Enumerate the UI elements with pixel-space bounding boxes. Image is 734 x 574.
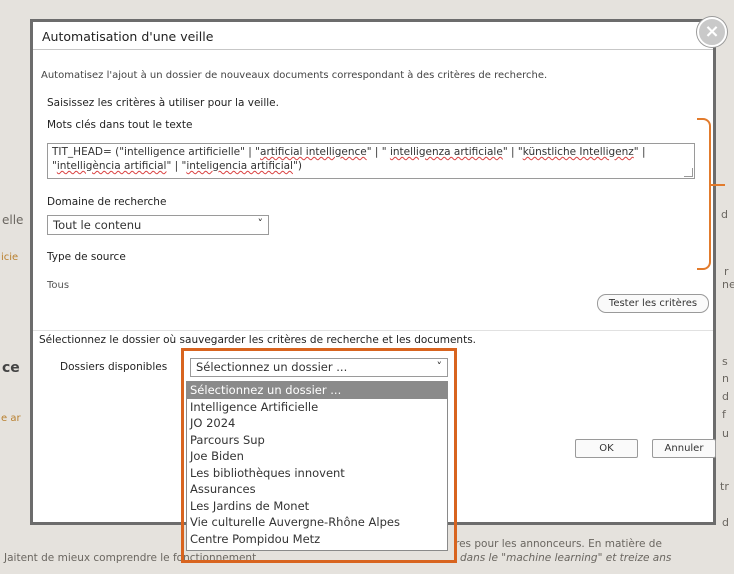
source-value: Tous [47,280,70,291]
close-icon[interactable]: × [697,17,727,47]
keywords-text-spellcheck: intelligenza artificiale [389,146,503,158]
test-criteria-button[interactable]: Tester les critères [597,294,709,313]
bg-text-fragment: n [722,372,729,385]
bg-text-fragment: s [722,355,728,368]
keywords-text: " | " [366,146,390,158]
bg-text-fragment: u [722,427,729,440]
dialog-titlebar: Automatisation d'une veille [33,22,713,50]
chevron-down-icon: ˅ [257,217,264,230]
domain-label: Domaine de recherche [47,196,167,208]
bg-text-fragment: r [724,265,729,278]
bg-text-fragment: icie [1,252,19,263]
ok-button[interactable]: OK [575,439,638,458]
folder-label: Sélectionnez le dossier où sauvegarder l… [39,334,477,346]
keywords-text: " | " [502,146,523,158]
keywords-label: Mots clés dans tout le texte [47,119,193,131]
domain-select[interactable]: Tout le contenu ˅ [47,215,269,235]
annotation-bracket [697,118,711,270]
bg-text-fragment: ce [2,360,20,376]
bg-text-fragment: ne [722,278,734,291]
bg-text-fragment: dans le "machine learning" et treize ans [460,552,672,564]
bg-text-fragment: d [722,516,729,529]
keywords-text-spellcheck: intelligència artificial [56,160,167,172]
keywords-text-spellcheck: inteligencia artificial [186,160,293,172]
bg-text-fragment: d [722,390,729,403]
keywords-text: " | " [166,160,187,172]
source-label: Type de source [47,251,126,263]
domain-select-value: Tout le contenu [53,218,142,232]
bg-text-fragment: f [722,408,726,421]
bg-text-fragment: d [721,208,728,221]
criteria-label: Saisissez les critères à utiliser pour l… [47,97,279,109]
annotation-highlight-box [181,348,457,563]
annotation-bracket-tick [711,184,725,186]
keywords-text: TIT_HEAD= ("intelligence artificielle" |… [52,146,261,158]
bg-text-fragment: elle [2,213,24,227]
cancel-button[interactable]: Annuler [652,439,716,458]
dialog-title: Automatisation d'une veille [42,29,214,44]
dialog-intro: Automatisez l'ajout à un dossier de nouv… [41,70,548,81]
keywords-text-spellcheck: artificial intelligence [260,146,367,158]
resize-grip-icon[interactable] [684,168,693,177]
bg-text-fragment: tr [720,480,729,493]
keywords-textarea[interactable]: TIT_HEAD= ("intelligence artificielle" |… [47,143,695,179]
keywords-text-spellcheck: künstliche Intelligenz [522,146,634,158]
divider [33,330,713,331]
bg-text-fragment: e ar [1,413,21,424]
keywords-text: ") [292,160,302,172]
bg-text-fragment: res pour les annonceurs. En matière de [455,538,662,550]
folders-available-label: Dossiers disponibles [60,361,168,373]
